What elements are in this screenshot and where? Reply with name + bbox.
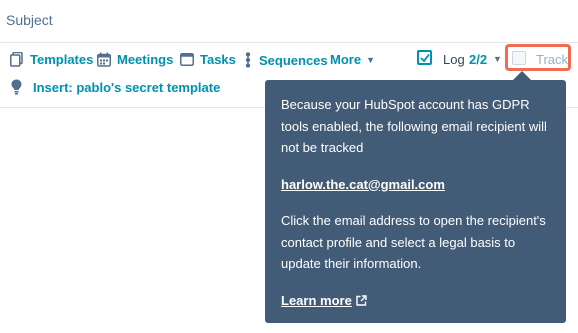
more-label: More [330,52,362,67]
learn-more-link[interactable]: Learn more [281,293,352,308]
track-checkbox[interactable] [512,51,526,65]
meetings-icon [97,52,111,67]
external-link-icon[interactable] [356,294,367,306]
tasks-label: Tasks [200,52,236,67]
track-label: Track [536,52,569,67]
sequences-button[interactable]: Sequences [243,52,328,68]
meetings-label: Meetings [117,52,174,67]
tasks-button[interactable]: Tasks [180,52,236,67]
subject-row[interactable]: Subject [0,0,578,43]
chevron-down-icon: ▼ [366,54,375,65]
templates-icon [10,52,23,67]
log-count-dropdown[interactable]: 2/2 [469,52,487,67]
insert-template-link[interactable]: Insert: pablo's secret template [33,80,220,95]
log-checkbox[interactable] [417,50,432,65]
more-dropdown[interactable]: More ▼ [330,52,375,67]
gdpr-tracking-tooltip: Because your HubSpot account has GDPR to… [265,80,566,323]
tasks-icon [180,53,194,66]
subject-label: Subject [6,12,53,28]
log-label: Log [443,52,465,67]
lightbulb-icon [11,79,22,95]
sequences-icon [245,52,251,68]
meetings-button[interactable]: Meetings [97,52,173,67]
recipient-email-link[interactable]: harlow.the.cat@gmail.com [281,177,445,192]
sequences-label: Sequences [259,52,328,68]
log-chevron-down-icon[interactable]: ▼ [493,54,502,64]
tooltip-message: Because your HubSpot account has GDPR to… [281,97,547,155]
tooltip-instructions: Click the email address to open the reci… [281,213,546,271]
tooltip-arrow [513,71,531,80]
templates-button[interactable]: Templates [10,52,93,67]
checkmark-icon [420,53,430,63]
templates-label: Templates [30,52,94,67]
